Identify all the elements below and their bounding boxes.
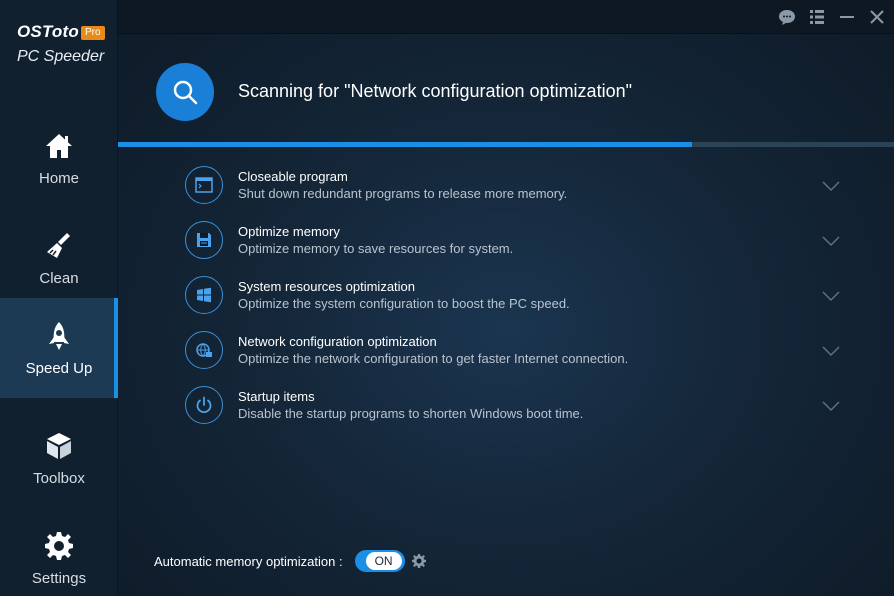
item-description: Optimize the network configuration to ge… [238, 351, 629, 366]
sidebar-item-settings[interactable]: Settings [0, 508, 118, 596]
auto-memory-toggle[interactable]: ON [354, 550, 405, 572]
sidebar-item-label: Settings [31, 569, 87, 587]
item-title: Optimize memory [238, 224, 340, 239]
close-icon [870, 10, 884, 24]
feedback-button[interactable] [776, 6, 798, 28]
rocket-icon [49, 321, 69, 350]
minimize-icon [840, 16, 854, 18]
list-item-closeable-program: Closeable program Shut down redundant pr… [185, 166, 845, 221]
item-icon-wrapper [185, 386, 223, 424]
sidebar-item-clean[interactable]: Clean [0, 208, 118, 308]
minimize-button[interactable] [836, 6, 858, 28]
power-icon [196, 396, 212, 414]
chevron-down-icon[interactable] [821, 345, 841, 357]
title-bar [118, 0, 894, 34]
item-description: Disable the startup programs to shorten … [238, 406, 584, 421]
list-item-system-resources: System resources optimization Optimize t… [185, 276, 845, 331]
item-title: Startup items [238, 389, 315, 404]
home-icon [46, 133, 72, 158]
item-title: Network configuration optimization [238, 334, 437, 349]
pro-badge: Pro [81, 26, 105, 40]
close-button[interactable] [866, 6, 888, 28]
window-controls [776, 6, 888, 28]
item-icon-wrapper [185, 221, 223, 259]
optimization-list: Closeable program Shut down redundant pr… [185, 166, 845, 441]
feedback-icon [779, 10, 795, 25]
toolbox-icon [47, 432, 71, 459]
memory-icon [197, 233, 211, 247]
network-icon [196, 343, 212, 357]
chevron-down-icon[interactable] [821, 235, 841, 247]
sidebar: OSToto Pro PC Speeder Home Clean Speed U… [0, 0, 118, 596]
menu-button[interactable] [806, 6, 828, 28]
brand-name: OSToto [17, 22, 79, 41]
sidebar-item-label: Home [38, 169, 79, 187]
scan-title: Scanning for "Network configuration opti… [238, 81, 632, 101]
gear-icon [45, 531, 73, 560]
sidebar-item-home[interactable]: Home [0, 108, 118, 208]
program-window-icon [195, 177, 213, 193]
chevron-down-icon[interactable] [821, 400, 841, 412]
item-icon-wrapper [185, 331, 223, 369]
item-description: Optimize memory to save resources for sy… [238, 241, 514, 256]
item-icon-wrapper [185, 276, 223, 314]
item-title: Closeable program [238, 169, 348, 184]
toggle-state: ON [365, 552, 402, 570]
search-icon [173, 80, 198, 105]
list-item-network-configuration: Network configuration optimization Optim… [185, 331, 845, 386]
chevron-down-icon[interactable] [821, 180, 841, 192]
item-title: System resources optimization [238, 279, 416, 294]
item-description: Optimize the system configuration to boo… [238, 296, 570, 311]
auto-memory-optimization: Automatic memory optimization : ON [154, 550, 427, 572]
settings-gear-icon[interactable] [411, 553, 427, 569]
brand: OSToto Pro PC Speeder [17, 22, 117, 66]
brand-subtitle: PC Speeder [17, 48, 105, 65]
sidebar-item-label: Toolbox [33, 469, 85, 487]
windows-logo-icon [197, 287, 211, 303]
menu-icon [810, 10, 824, 24]
sidebar-item-label: Clean [39, 269, 79, 287]
main-panel: Scanning for "Network configuration opti… [118, 0, 894, 596]
item-description: Shut down redundant programs to release … [238, 186, 568, 201]
auto-memory-label: Automatic memory optimization : [154, 553, 343, 569]
list-item-optimize-memory: Optimize memory Optimize memory to save … [185, 221, 845, 276]
scan-progress-fill [118, 142, 693, 147]
scan-progress-bar [118, 142, 894, 147]
item-icon-wrapper [185, 166, 223, 204]
sidebar-item-speed-up[interactable]: Speed Up [0, 298, 118, 398]
scan-status-icon [156, 63, 214, 121]
list-item-startup-items: Startup items Disable the startup progra… [185, 386, 845, 441]
broom-icon [47, 232, 70, 258]
sidebar-item-toolbox[interactable]: Toolbox [0, 408, 118, 508]
chevron-down-icon[interactable] [821, 290, 841, 302]
sidebar-item-label: Speed Up [25, 359, 93, 377]
